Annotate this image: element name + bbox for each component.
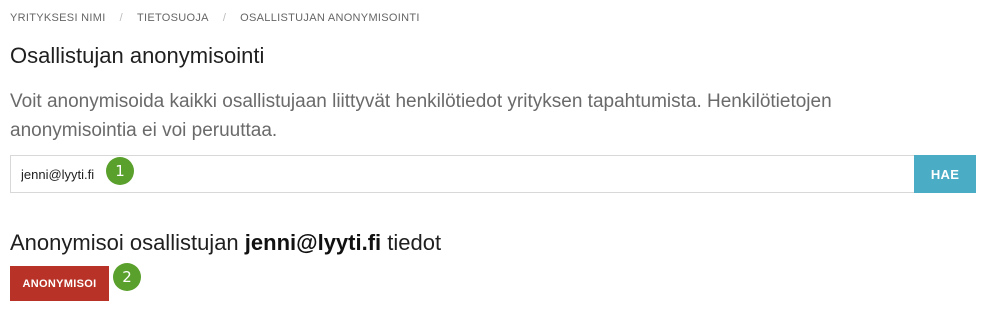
breadcrumb-separator: / [119,12,123,24]
breadcrumb-separator: / [222,12,227,24]
breadcrumb-item-privacy[interactable]: TIETOSUOJA [137,12,209,24]
anonymize-heading-prefix: Anonymisoi osallistujan [10,230,239,255]
participant-email: jenni@lyyti.fi [244,230,382,255]
search-button[interactable]: HAE [914,155,976,193]
participant-search-input[interactable] [10,155,914,193]
page-title: Osallistujan anonymisointi [10,43,265,68]
breadcrumb-item-company[interactable]: YRITYKSESI NIMI [10,12,106,24]
step-1-badge: 1 [106,157,134,185]
search-form: HAE [10,155,976,193]
anonymize-button[interactable]: ANONYMISOI [10,266,109,301]
anonymize-heading: Anonymisoi osallistujan jenni@lyyti.fi t… [10,230,441,256]
breadcrumb-item-current: OSALLISTUJAN ANONYMISOINTI [240,12,420,24]
step-2-badge: 2 [113,263,141,291]
page-description: Voit anonymisoida kaikki osallistujaan l… [10,91,832,141]
anonymize-heading-suffix: tiedot [387,230,442,255]
breadcrumb: YRITYKSESI NIMI / TIETOSUOJA / OSALLISTU… [10,12,420,24]
